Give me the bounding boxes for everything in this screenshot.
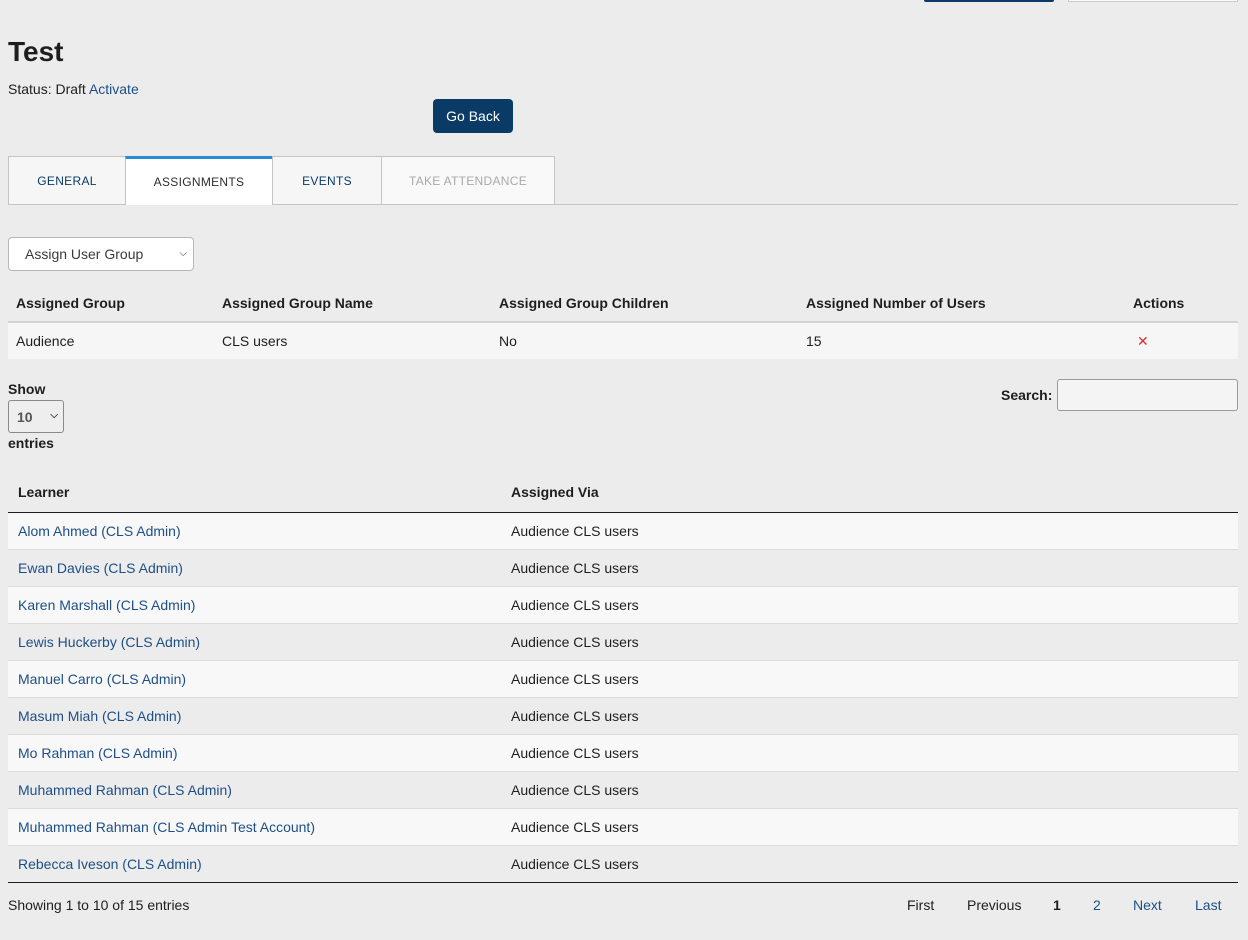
assigned-via-cell: Audience CLS users [501, 771, 1238, 809]
learner-link[interactable]: Alom Ahmed (CLS Admin) [18, 523, 181, 539]
chevron-down-icon: ⌵ [179, 248, 187, 259]
learner-cell: Karen Marshall (CLS Admin) [8, 586, 501, 624]
assigned-via-cell: Audience CLS users [501, 808, 1238, 846]
assigned-via-cell: Audience CLS users [501, 512, 1238, 550]
learner-cell: Muhammed Rahman (CLS Admin Test Account) [8, 808, 501, 846]
entries-length-value: 10 [17, 408, 33, 425]
assigned-via-cell: Audience CLS users [501, 660, 1238, 698]
group-cell: Audience [8, 322, 214, 359]
pagination-last[interactable]: Last [1195, 897, 1221, 913]
learner-link[interactable]: Rebecca Iveson (CLS Admin) [18, 856, 202, 872]
table-row: Rebecca Iveson (CLS Admin) Audience CLS u… [8, 845, 1238, 883]
go-back-button[interactable]: Go Back [433, 99, 513, 133]
group-users-cell: 15 [798, 322, 1125, 359]
actions-cell: ✕ [1125, 322, 1238, 359]
learner-cell: Manuel Carro (CLS Admin) [8, 660, 501, 698]
assigned-via-cell: Audience CLS users [501, 734, 1238, 772]
tab-events[interactable]: EVENTS [272, 156, 382, 204]
pagination-first[interactable]: First [907, 897, 934, 913]
col-learner[interactable]: Learner [8, 472, 501, 513]
top-secondary-button-edge[interactable] [1068, 0, 1238, 2]
table-row: Audience CLS users No 15 ✕ [8, 322, 1238, 359]
table-info: Showing 1 to 10 of 15 entries [8, 897, 190, 913]
assigned-via-cell: Audience CLS users [501, 586, 1238, 624]
table-row: Masum Miah (CLS Admin) Audience CLS users [8, 697, 1238, 735]
col-assigned-group-name: Assigned Group Name [214, 285, 491, 323]
pagination-previous[interactable]: Previous [967, 897, 1021, 913]
entries-length-select[interactable]: 10 ⌵ [8, 400, 64, 433]
assigned-via-cell: Audience CLS users [501, 697, 1238, 735]
table-row: Mo Rahman (CLS Admin) Audience CLS users [8, 734, 1238, 772]
learner-cell: Mo Rahman (CLS Admin) [8, 734, 501, 772]
table-row: Alom Ahmed (CLS Admin) Audience CLS users [8, 512, 1238, 550]
group-name-cell: CLS users [214, 322, 491, 359]
tab-bar: GENERAL ASSIGNMENTS EVENTS TAKE ATTENDAN… [8, 156, 1238, 205]
assigned-via-cell: Audience CLS users [501, 845, 1238, 883]
delete-x-icon[interactable]: ✕ [1137, 333, 1149, 349]
pagination-page-1[interactable]: 1 [1053, 897, 1061, 913]
page-title: Test [8, 36, 64, 67]
learner-cell: Masum Miah (CLS Admin) [8, 697, 501, 735]
learner-link[interactable]: Karen Marshall (CLS Admin) [18, 597, 195, 613]
learner-link[interactable]: Manuel Carro (CLS Admin) [18, 671, 186, 687]
table-row: Muhammed Rahman (CLS Admin) Audience CLS … [8, 771, 1238, 809]
tab-general[interactable]: GENERAL [8, 156, 126, 204]
learner-link[interactable]: Muhammed Rahman (CLS Admin) [18, 782, 232, 798]
pagination-page-2[interactable]: 2 [1093, 897, 1101, 913]
group-children-cell: No [491, 322, 798, 359]
table-row: Karen Marshall (CLS Admin) Audience CLS u… [8, 586, 1238, 624]
learner-cell: Alom Ahmed (CLS Admin) [8, 512, 501, 550]
table-row: Manuel Carro (CLS Admin) Audience CLS use… [8, 660, 1238, 698]
learner-link[interactable]: Lewis Huckerby (CLS Admin) [18, 634, 200, 650]
show-label: Show [8, 381, 46, 397]
col-actions: Actions [1125, 285, 1238, 323]
col-assigned-via[interactable]: Assigned Via [501, 472, 1238, 513]
activate-link[interactable]: Activate [89, 81, 139, 97]
col-assigned-group: Assigned Group [8, 285, 214, 323]
tab-take-attendance: TAKE ATTENDANCE [381, 156, 555, 204]
chevron-down-icon: ⌵ [50, 410, 58, 421]
table-row: Lewis Huckerby (CLS Admin) Audience CLS u… [8, 623, 1238, 661]
col-assigned-group-children: Assigned Group Children [491, 285, 798, 323]
learner-link[interactable]: Mo Rahman (CLS Admin) [18, 745, 178, 761]
learner-cell: Ewan Davies (CLS Admin) [8, 549, 501, 587]
entries-label: entries [8, 435, 54, 451]
learner-cell: Rebecca Iveson (CLS Admin) [8, 845, 501, 883]
tab-assignments[interactable]: ASSIGNMENTS [125, 156, 273, 205]
search-input[interactable] [1057, 379, 1238, 411]
assigned-via-cell: Audience CLS users [501, 623, 1238, 661]
col-assigned-number-users: Assigned Number of Users [798, 285, 1125, 323]
learners-table: Learner Assigned Via Alom Ahmed (CLS Adm… [8, 472, 1238, 883]
assign-select-value: Assign User Group [25, 246, 144, 262]
status-line: Status: Draft Activate [8, 81, 139, 97]
learner-cell: Lewis Huckerby (CLS Admin) [8, 623, 501, 661]
pagination-next[interactable]: Next [1133, 897, 1162, 913]
assign-user-group-select[interactable]: Assign User Group ⌵ [8, 237, 194, 271]
learner-cell: Muhammed Rahman (CLS Admin) [8, 771, 501, 809]
search-label: Search: [1001, 387, 1053, 403]
table-row: Muhammed Rahman (CLS Admin Test Account)… [8, 808, 1238, 846]
top-primary-button-edge[interactable] [924, 0, 1054, 2]
learner-link[interactable]: Masum Miah (CLS Admin) [18, 708, 181, 724]
status-text: Status: Draft [8, 81, 86, 97]
assigned-groups-table: Assigned Group Assigned Group Name Assig… [8, 285, 1238, 359]
assigned-via-cell: Audience CLS users [501, 549, 1238, 587]
table-row: Ewan Davies (CLS Admin) Audience CLS user… [8, 549, 1238, 587]
learner-link[interactable]: Muhammed Rahman (CLS Admin Test Account) [18, 819, 315, 835]
learner-link[interactable]: Ewan Davies (CLS Admin) [18, 560, 183, 576]
